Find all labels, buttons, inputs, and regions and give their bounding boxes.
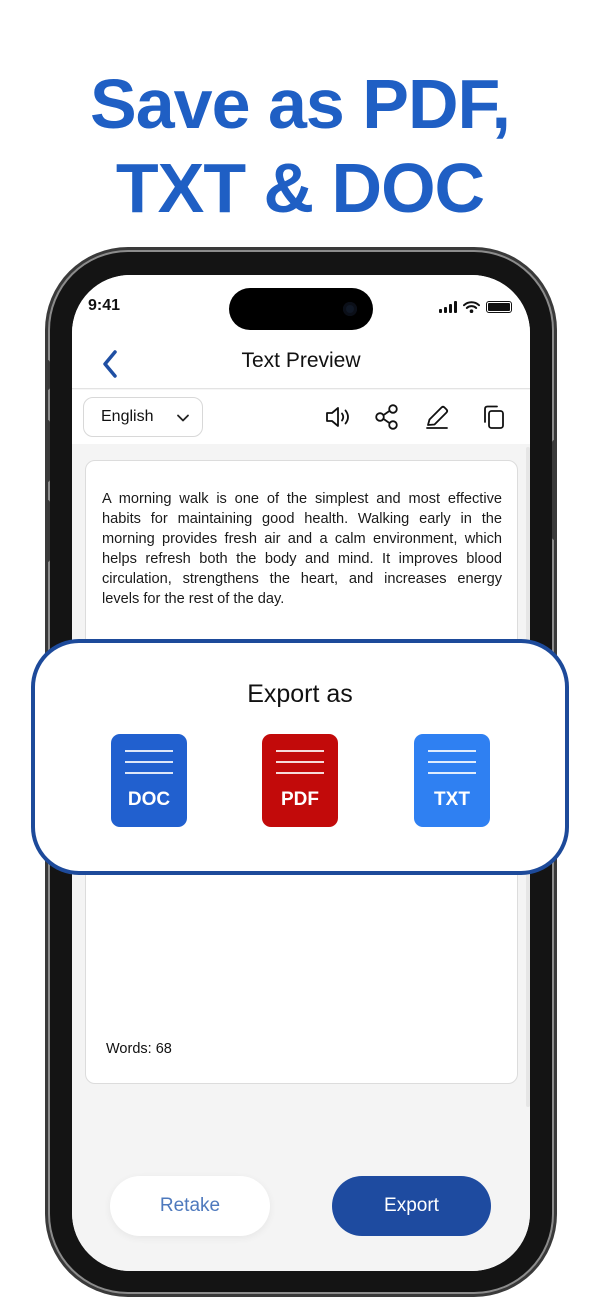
battery-icon [486, 301, 512, 313]
camera-icon [343, 302, 357, 316]
copy-icon [484, 405, 504, 429]
export-txt-label: TXT [434, 789, 470, 810]
preview-toolbar: English [72, 390, 530, 444]
chevron-down-icon [177, 414, 189, 422]
speaker-icon [326, 407, 349, 427]
status-icons [439, 301, 512, 313]
top-navigation-bar: Text Preview [72, 345, 530, 389]
word-count: Words: 68 [106, 1041, 172, 1057]
edit-button[interactable] [422, 402, 452, 432]
share-icon [375, 404, 398, 430]
volume-up-button [45, 420, 50, 482]
export-txt-button[interactable]: TXT [414, 734, 490, 827]
mute-switch [45, 360, 50, 390]
headline-line-1: Save as PDF, [90, 65, 511, 143]
text-to-speech-button[interactable] [323, 402, 353, 432]
export-options-panel: Export as DOC PDF TXT [31, 639, 569, 875]
wifi-icon [463, 301, 480, 313]
headline-line-2: TXT & DOC [115, 149, 485, 227]
power-button [552, 440, 557, 540]
dynamic-island [229, 288, 373, 330]
language-select[interactable]: English [83, 397, 203, 437]
export-button[interactable]: Export [332, 1176, 491, 1236]
promo-headline: Save as PDF, TXT & DOC [0, 62, 600, 230]
copy-button[interactable] [479, 402, 509, 432]
cellular-signal-icon [439, 301, 457, 313]
share-button[interactable] [372, 402, 402, 432]
language-select-value: English [101, 408, 154, 425]
retake-button[interactable]: Retake [110, 1176, 270, 1236]
export-doc-button[interactable]: DOC [111, 734, 187, 827]
page-title: Text Preview [241, 349, 361, 372]
edit-pencil-icon [426, 405, 449, 429]
export-pdf-button[interactable]: PDF [262, 734, 338, 827]
extracted-text[interactable]: A morning walk is one of the simplest an… [102, 489, 502, 609]
export-doc-label: DOC [127, 789, 171, 810]
export-pdf-label: PDF [281, 789, 319, 810]
status-time: 9:41 [88, 297, 121, 314]
status-bar: 9:41 [72, 275, 530, 345]
export-panel-title: Export as [247, 680, 353, 708]
volume-down-button [45, 500, 50, 562]
